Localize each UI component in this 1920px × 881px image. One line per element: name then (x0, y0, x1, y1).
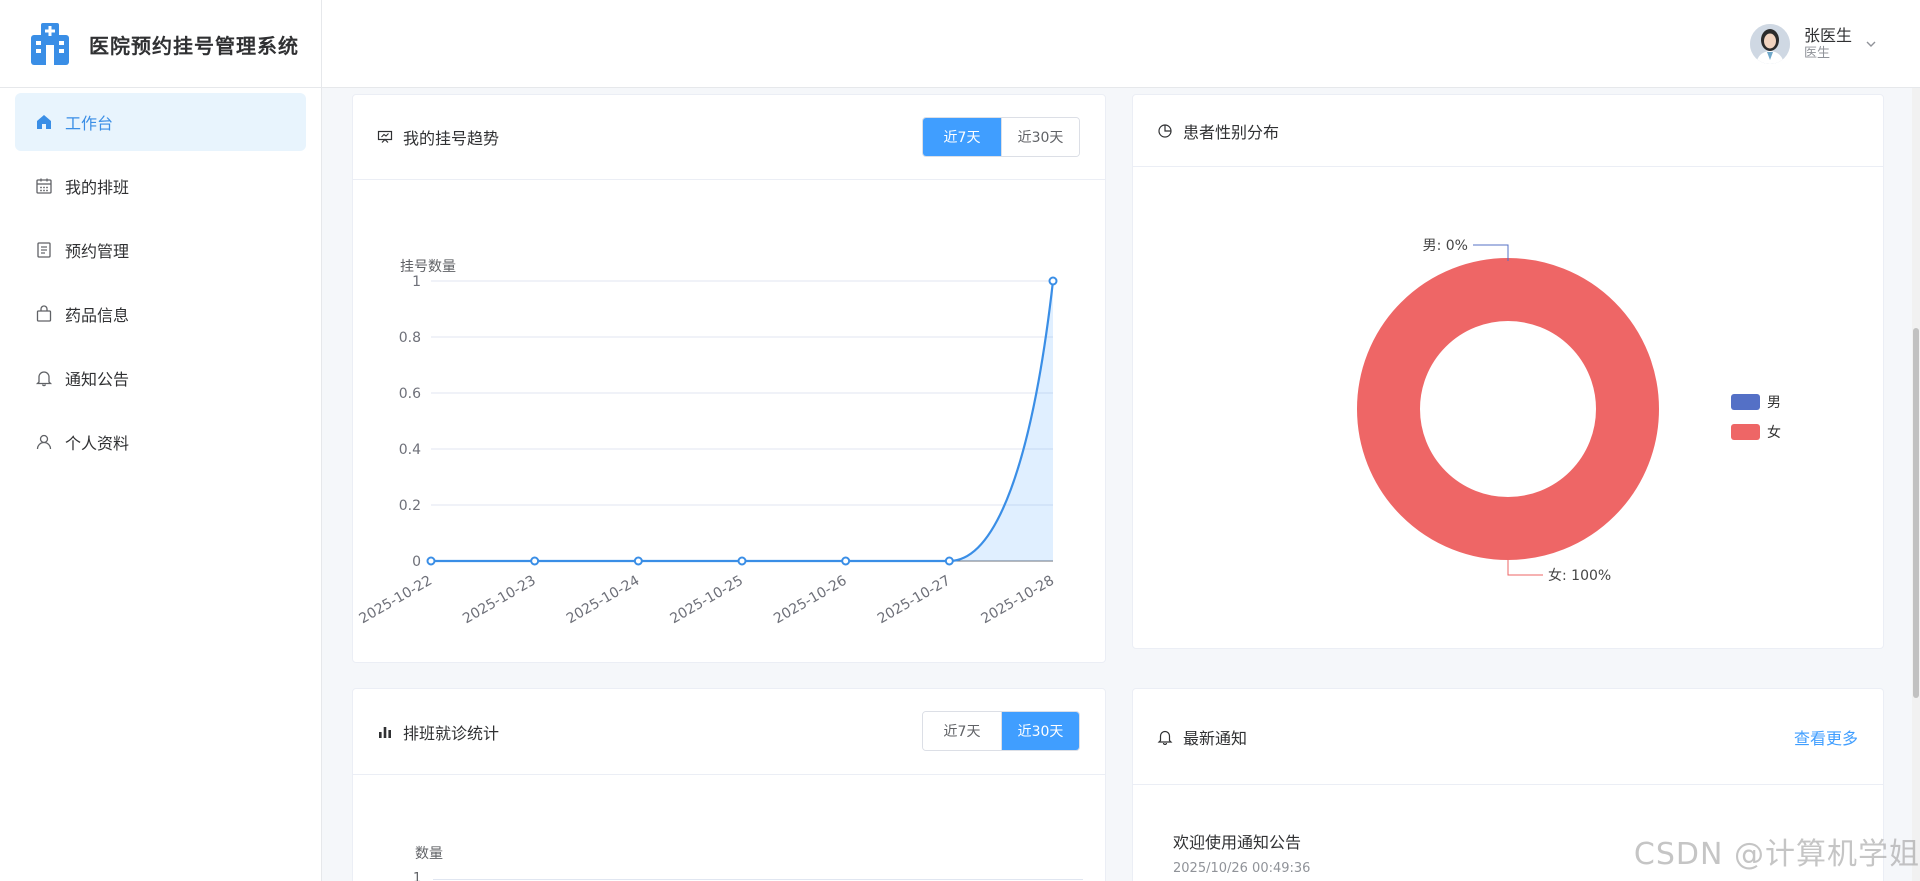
sidebar-item-medicine[interactable]: 药品信息 (15, 285, 306, 343)
y-axis-label: 挂号数量 (400, 259, 456, 275)
home-icon (37, 115, 51, 129)
range-toggle: 近7天 近30天 (922, 711, 1080, 751)
y-tick-label: 0.6 (399, 386, 421, 402)
trend-card: 我的挂号趋势 近7天 近30天 挂号数量 0 0.2 0.4 0.6 0.8 1 2025-1… (352, 94, 1106, 663)
pie-slice (1357, 258, 1659, 560)
schedule-card: 排班就诊统计 近7天 近30天 数量 1 (352, 688, 1106, 881)
bag-icon (36, 305, 52, 322)
sidebar-item-label: 通知公告 (65, 370, 130, 389)
gender-card-header: 患者性别分布 (1133, 95, 1883, 167)
chart-ylabel: 数量 (415, 846, 443, 862)
user-menu[interactable]: 张医生 医生 (1749, 0, 1878, 88)
pie-chart-icon (1158, 123, 1172, 138)
avatar[interactable] (1749, 24, 1790, 64)
sidebar-item-label: 预约管理 (65, 242, 130, 261)
chart-tick-label: 1 (413, 871, 422, 881)
logo-area: 医院预约挂号管理系统 (0, 0, 322, 88)
area-fill (431, 281, 1053, 561)
sidebar-item-notices[interactable]: 通知公告 (15, 349, 306, 407)
y-tick-label: 1 (412, 274, 421, 290)
card-title: 排班就诊统计 (403, 723, 500, 743)
app-title: 医院预约挂号管理系统 (89, 33, 299, 58)
x-tick-label: 2025-10-27 (875, 573, 953, 628)
y-tick-label: 0.2 (399, 498, 421, 514)
slice-label: 男: 0% (1423, 238, 1468, 254)
range-7-days-button[interactable]: 近7天 (923, 118, 1001, 156)
x-tick-label: 2025-10-28 (979, 573, 1057, 628)
sidebar-item-schedule[interactable]: 我的排班 (15, 157, 306, 215)
registration-trend-chart: 挂号数量 0 0.2 0.4 0.6 0.8 1 2025-10-22 2025-10-23 20… (357, 259, 1058, 628)
bar-chart-icon (379, 726, 391, 738)
sidebar-item-label: 工作台 (65, 114, 114, 133)
data-point (1048, 276, 1058, 286)
range-toggle: 近7天 近30天 (922, 117, 1080, 157)
gender-donut-chart: 男: 0% 女: 100% 男女 (1357, 238, 1781, 584)
legend-swatch (1731, 424, 1760, 440)
slice-label: 女: 100% (1548, 567, 1611, 584)
watermark: CSDN @计算机学姐 (1633, 837, 1920, 872)
doctor-avatar-icon (1749, 24, 1790, 64)
series-line (431, 280, 1055, 563)
range-7-days-button[interactable]: 近7天 (923, 712, 1001, 750)
view-more-link[interactable]: 查看更多 (1794, 725, 1858, 749)
card-title: 患者性别分布 (1183, 122, 1280, 142)
data-point (841, 556, 851, 566)
sidebar-item-label: 我的排班 (65, 178, 130, 197)
chart-gridline (433, 879, 1083, 880)
legend-label: 男 (1767, 395, 1781, 411)
sidebar-item-label: 药品信息 (65, 306, 130, 325)
x-tick-label: 2025-10-25 (668, 573, 746, 628)
legend-swatch (1731, 394, 1760, 410)
x-tick-label: 2025-10-22 (357, 573, 435, 628)
bell-icon (1157, 730, 1173, 745)
y-tick-label: 0 (412, 554, 421, 570)
legend-label: 女 (1767, 424, 1781, 441)
card-title: 最新通知 (1183, 728, 1248, 748)
data-point (633, 556, 643, 566)
presentation-icon (377, 130, 393, 143)
sidebar: 工作台 我的排班 预约管理 药品信息 通知公告 个人资料 (0, 88, 322, 881)
calendar-icon (36, 178, 52, 194)
sidebar-item-workbench[interactable]: 工作台 (15, 93, 306, 151)
trend-card-header: 我的挂号趋势 近7天 近30天 (353, 95, 1105, 180)
sidebar-item-appointments[interactable]: 预约管理 (15, 221, 306, 279)
scrollbar-thumb[interactable] (1913, 328, 1919, 698)
label-leader-line (1507, 560, 1543, 576)
notice-card-header: 最新通知 查看更多 (1133, 689, 1883, 785)
bell-icon (35, 371, 53, 387)
range-30-days-button[interactable]: 近30天 (1001, 712, 1079, 750)
y-tick-label: 0.8 (399, 330, 421, 346)
page-scrollbar[interactable] (1912, 88, 1920, 881)
hospital-icon (31, 23, 69, 65)
data-point (737, 556, 747, 566)
data-point (944, 556, 954, 566)
user-icon (36, 434, 52, 450)
data-point (426, 556, 436, 566)
schedule-card-header: 排班就诊统计 近7天 近30天 (353, 689, 1105, 775)
y-tick-label: 0.4 (399, 442, 421, 458)
user-role: 医生 (1803, 46, 1830, 62)
x-tick-label: 2025-10-23 (460, 573, 538, 628)
sidebar-item-profile[interactable]: 个人资料 (15, 413, 306, 471)
top-header: 医院预约挂号管理系统 张医生 医生 (0, 0, 1920, 88)
card-title: 我的挂号趋势 (403, 129, 500, 148)
sidebar-item-label: 个人资料 (65, 434, 130, 453)
user-name: 张医生 (1803, 25, 1852, 45)
gender-card: 患者性别分布 男: 0% 女: 100% 男女 (1132, 94, 1884, 649)
x-tick-label: 2025-10-26 (771, 573, 850, 628)
range-30-days-button[interactable]: 近30天 (1001, 118, 1079, 156)
document-icon (37, 242, 51, 258)
chevron-down-icon[interactable] (1864, 37, 1878, 51)
data-point (530, 556, 540, 566)
x-tick-label: 2025-10-24 (564, 573, 643, 628)
